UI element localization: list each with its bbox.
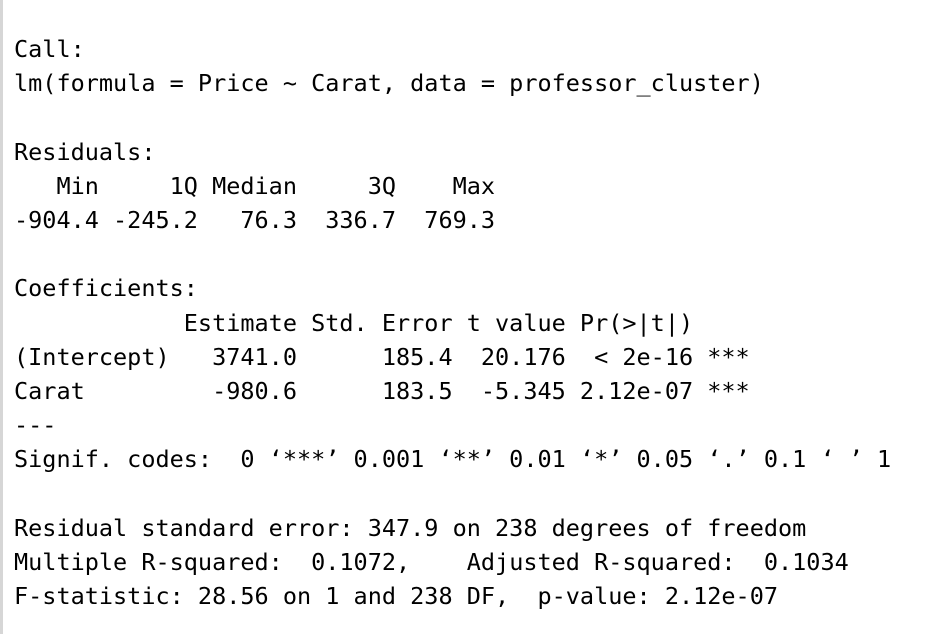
signif-codes-line: Signif. codes: 0 ‘***’ 0.001 ‘**’ 0.01 ‘… xyxy=(14,445,892,474)
coefficients-heading: Coefficients: xyxy=(14,274,198,303)
coefficients-intercept-row: (Intercept) 3741.0 185.4 20.176 < 2e-16 … xyxy=(14,342,750,371)
left-border xyxy=(0,0,3,634)
coefficients-carat-row: Carat -980.6 183.5 -5.345 2.12e-07 *** xyxy=(14,376,750,405)
r-squared-line: Multiple R-squared: 0.1072, Adjusted R-s… xyxy=(14,547,863,576)
coefficients-header-row: Estimate Std. Error t value Pr(>|t|) xyxy=(14,308,750,337)
call-heading: Call: xyxy=(14,35,85,63)
residuals-heading: Residuals: xyxy=(14,137,156,166)
call-formula: lm(formula = Price ~ Carat, data = profe… xyxy=(14,69,764,98)
f-statistic-line: F-statistic: 28.56 on 1 and 238 DF, p-va… xyxy=(14,582,779,610)
separator-line: --- xyxy=(14,411,57,440)
r-console-output: Call: lm(formula = Price ~ Carat, data =… xyxy=(14,32,934,613)
residual-standard-error-line: Residual standard error: 347.9 on 238 de… xyxy=(14,513,807,542)
residuals-header-row: Min 1Q Median 3Q Max xyxy=(14,171,510,200)
residuals-values-row: -904.4 -245.2 76.3 336.7 769.3 xyxy=(14,205,510,234)
